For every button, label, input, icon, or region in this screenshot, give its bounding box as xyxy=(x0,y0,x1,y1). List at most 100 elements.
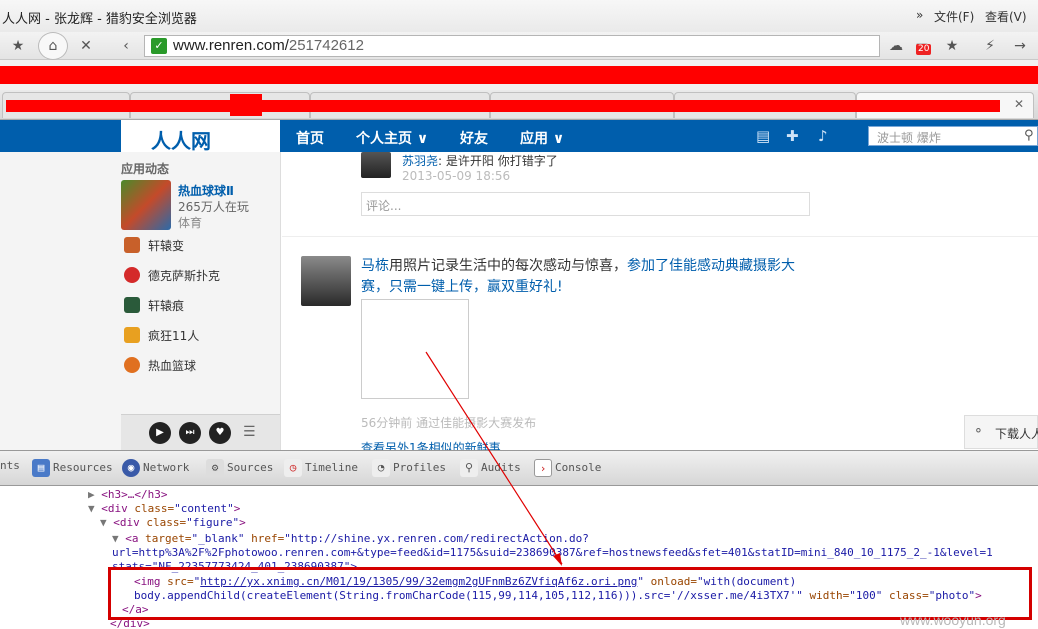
browser-toolbar: ★ ⌂ ✕ ‹ ✓ www.renren.com/251742612 ☁ ▭ 2… xyxy=(0,32,1038,60)
favorites-add-icon[interactable]: ★ xyxy=(940,35,964,57)
url-path: 251742612 xyxy=(288,37,364,54)
dom-value: url=http%3A%2F%2Fphotowoo.renren.com+&ty… xyxy=(112,546,993,559)
dom-node[interactable]: ▼ <a target="_blank" href="http://shine.… xyxy=(112,532,589,546)
dom-value: "http://shine.yx.renren.com/redirectActi… xyxy=(284,532,589,545)
redaction-bar xyxy=(6,100,1000,112)
app-name: 轩辕变 xyxy=(148,239,185,253)
close-icon[interactable]: ✕ xyxy=(74,35,98,57)
window-title-bar: 人人网 - 张龙辉 - 猎豹安全浏览器 » 文件(F) 查看(V) xyxy=(0,0,1038,32)
post-photo[interactable] xyxy=(361,299,469,399)
window-title: 人人网 - 张龙辉 - 猎豹安全浏览器 xyxy=(2,12,197,27)
app-name: 德克萨斯扑克 xyxy=(148,269,221,283)
renren-logo[interactable]: 人人网 xyxy=(121,120,280,153)
resources-icon: ▤ xyxy=(32,459,50,477)
nav-apps[interactable]: 应用 ∨ xyxy=(520,128,564,148)
cloud-icon[interactable]: ☁ xyxy=(884,35,908,57)
play-icon[interactable]: ▶ xyxy=(149,422,171,444)
profiles-icon: ◔ xyxy=(372,459,390,477)
featured-game-icon[interactable] xyxy=(121,180,171,230)
comment-time: 2013-05-09 18:56 xyxy=(402,169,511,183)
network-icon: ◉ xyxy=(122,459,140,477)
heart-icon[interactable]: ♥ xyxy=(209,422,231,444)
lightning-icon[interactable]: ⚡ xyxy=(978,35,1002,57)
star-icon[interactable]: ★ xyxy=(6,35,30,57)
comment-avatar[interactable] xyxy=(361,152,391,178)
tab-sources[interactable]: ⚙ Sources xyxy=(206,459,273,479)
bell-icon[interactable]: ♪ xyxy=(818,127,828,145)
redaction-bar xyxy=(0,66,1038,84)
app-icon xyxy=(124,297,140,313)
redaction-block xyxy=(230,94,262,116)
secure-check-icon: ✓ xyxy=(151,38,167,54)
download-app-button[interactable]: ⚬ 下载人人 xyxy=(964,415,1038,449)
dom-value: "content" xyxy=(174,502,234,515)
dom-attr: class= xyxy=(134,502,175,515)
dom-node[interactable]: ▼ <div class="figure"> xyxy=(100,516,246,530)
search-placeholder: 波士顿 爆炸 xyxy=(877,131,941,145)
tab-timeline[interactable]: ◷ Timeline xyxy=(284,459,358,479)
menu-overflow-chevron[interactable]: » xyxy=(916,8,923,22)
devtools-toolbar: nts ▤ Resources ◉ Network ⚙ Sources ◷ Timeli… xyxy=(0,450,1038,486)
next-track-icon[interactable]: ⏭ xyxy=(179,422,201,444)
tab-resources[interactable]: ▤ Resources xyxy=(32,459,113,479)
dom-text: <h3>…</h3> xyxy=(101,488,168,501)
forward-arrow-icon[interactable]: → xyxy=(1008,35,1032,57)
music-player: ▶ ⏭ ♥ ☰ xyxy=(121,414,280,450)
dom-node[interactable]: ▶ <h3>…</h3> xyxy=(88,488,167,502)
app-sidebar: 应用动态 热血球球Ⅱ 265万人在玩 体育 轩辕变 德克萨斯扑克 轩辕痕 疯狂1… xyxy=(0,152,281,450)
comment-text: : 是许开阳 你打错字了 xyxy=(438,154,558,168)
watermark: www.wooyun.org xyxy=(900,612,1006,628)
app-icon xyxy=(124,327,140,343)
more-similar-link[interactable]: 查看另外1条相似的新鲜事 xyxy=(361,439,501,450)
address-bar[interactable]: ✓ www.renren.com/251742612 xyxy=(144,35,880,57)
add-friend-icon[interactable]: ✚ xyxy=(786,127,799,145)
audits-icon: ⚲ xyxy=(460,459,478,477)
app-icon xyxy=(124,267,140,283)
close-tab-icon[interactable]: ✕ xyxy=(1014,97,1024,111)
app-icon xyxy=(124,237,140,253)
nav-profile[interactable]: 个人主页 ∨ xyxy=(356,128,428,148)
tab-elements[interactable]: nts xyxy=(0,459,20,479)
app-name: 轩辕痕 xyxy=(148,299,185,313)
dom-node[interactable]: ▼ <div class="content"> xyxy=(88,502,240,516)
renren-header: 人人网 首页 个人主页 ∨ 好友 应用 ∨ ▤ ✚ ♪ 波士顿 爆炸 ⚲ xyxy=(0,120,1038,153)
search-input[interactable]: 波士顿 爆炸 ⚲ xyxy=(868,126,1038,146)
comment-author[interactable]: 苏羽尧 xyxy=(402,154,438,168)
back-icon[interactable]: ‹ xyxy=(114,35,138,57)
nav-home[interactable]: 首页 xyxy=(296,128,324,148)
menu-view[interactable]: 查看(V) xyxy=(985,8,1027,25)
tab-label: Sources xyxy=(227,461,274,474)
tab-label: Timeline xyxy=(305,461,358,474)
playlist-icon[interactable]: ☰ xyxy=(243,424,256,440)
tab-audits[interactable]: ⚲ Audits xyxy=(460,459,521,479)
tab-strip: ✕ xyxy=(0,90,1038,120)
comment-line: 苏羽尧: 是许开阳 你打错字了 xyxy=(402,152,558,169)
dom-attr: target= xyxy=(145,532,192,545)
menu-file[interactable]: 文件(F) xyxy=(934,8,974,25)
tab-network[interactable]: ◉ Network xyxy=(122,459,189,479)
dom-attr: href= xyxy=(244,532,285,545)
dom-tag: <div xyxy=(101,502,135,515)
post-author[interactable]: 马栋 xyxy=(361,258,389,274)
url-text[interactable]: www.renren.com/251742612 xyxy=(173,37,364,54)
dom-node-continuation: url=http%3A%2F%2Fphotowoo.renren.com+&ty… xyxy=(112,546,993,560)
sources-icon: ⚙ xyxy=(206,459,224,477)
feed-divider xyxy=(282,236,1038,237)
home-icon[interactable]: ⌂ xyxy=(38,32,68,60)
tab-label: Audits xyxy=(481,461,521,474)
chat-icon[interactable]: ▤ xyxy=(756,127,770,145)
dom-value: "_blank" xyxy=(191,532,245,545)
comment-input[interactable]: 评论... xyxy=(361,192,810,216)
notification-badge: 20 xyxy=(916,44,932,55)
app-name: 热血篮球 xyxy=(148,359,197,373)
tab-console[interactable]: › Console xyxy=(534,459,601,479)
nav-friends[interactable]: 好友 xyxy=(460,128,488,148)
poster-avatar[interactable] xyxy=(301,256,351,306)
comment-placeholder: 评论... xyxy=(366,199,402,213)
annotation-highlight-box xyxy=(108,567,1032,620)
download-label: 下载人人 xyxy=(995,427,1038,441)
tab-profiles[interactable]: ◔ Profiles xyxy=(372,459,446,479)
featured-game-name[interactable]: 热血球球Ⅱ xyxy=(178,182,234,199)
tab-label: Console xyxy=(555,461,602,474)
search-icon[interactable]: ⚲ xyxy=(1024,128,1034,143)
